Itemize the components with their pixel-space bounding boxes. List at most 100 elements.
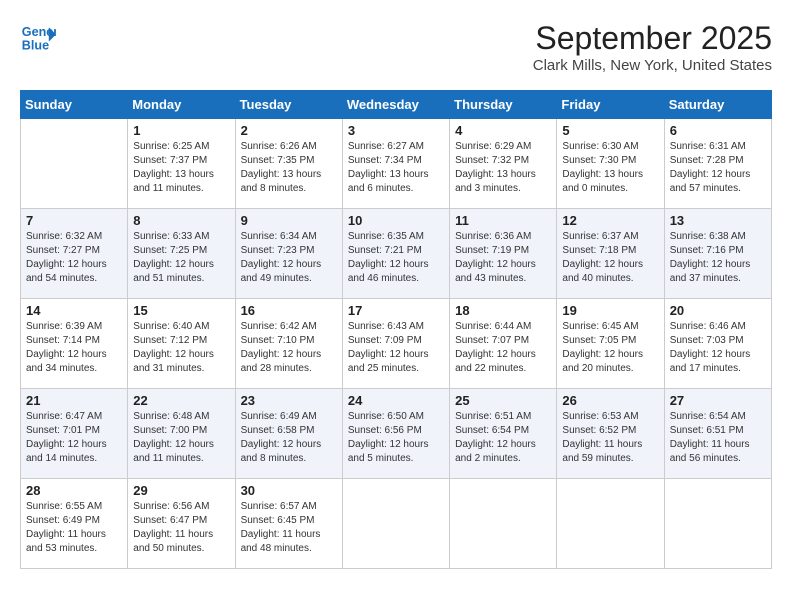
day-info: Sunrise: 6:30 AM Sunset: 7:30 PM Dayligh… [562,140,658,196]
calendar-cell: 1 Sunrise: 6:25 AM Sunset: 7:37 PM Daylig… [128,119,235,209]
day-number: 13 [670,213,766,228]
day-number: 8 [133,213,229,228]
day-info: Sunrise: 6:49 AM Sunset: 6:58 PM Dayligh… [241,410,337,466]
calendar-cell: 18 Sunrise: 6:44 AM Sunset: 7:07 PM Dayli… [450,299,557,389]
location: Clark Mills, New York, United States [533,57,772,74]
day-number: 20 [670,303,766,318]
calendar-cell: 17 Sunrise: 6:43 AM Sunset: 7:09 PM Dayli… [342,299,449,389]
day-number: 9 [241,213,337,228]
day-number: 28 [26,483,122,498]
day-number: 26 [562,393,658,408]
calendar-cell: 19 Sunrise: 6:45 AM Sunset: 7:05 PM Dayli… [557,299,664,389]
day-info: Sunrise: 6:54 AM Sunset: 6:51 PM Dayligh… [670,410,766,466]
day-info: Sunrise: 6:29 AM Sunset: 7:32 PM Dayligh… [455,140,551,196]
calendar-cell: 11Sunrise: 6:36 AM Sunset: 7:19 PM Dayli… [450,209,557,299]
calendar-cell [21,119,128,209]
weekday-header-wednesday: Wednesday [342,91,449,119]
calendar-cell: 16 Sunrise: 6:42 AM Sunset: 7:10 PM Dayli… [235,299,342,389]
day-number: 23 [241,393,337,408]
day-info: Sunrise: 6:38 AM Sunset: 7:16 PM Dayligh… [670,230,766,286]
day-number: 12 [562,213,658,228]
calendar-cell [450,479,557,569]
day-info: Sunrise: 6:37 AM Sunset: 7:18 PM Dayligh… [562,230,658,286]
day-info: Sunrise: 6:57 AM Sunset: 6:45 PM Dayligh… [241,500,337,556]
calendar-cell: 26 Sunrise: 6:53 AM Sunset: 6:52 PM Dayli… [557,389,664,479]
day-info: Sunrise: 6:26 AM Sunset: 7:35 PM Dayligh… [241,140,337,196]
logo-icon: General Blue [20,20,56,56]
day-info: Sunrise: 6:31 AM Sunset: 7:28 PM Dayligh… [670,140,766,196]
day-info: Sunrise: 6:34 AM Sunset: 7:23 PM Dayligh… [241,230,337,286]
weekday-header-tuesday: Tuesday [235,91,342,119]
day-number: 14 [26,303,122,318]
calendar-cell: 27Sunrise: 6:54 AM Sunset: 6:51 PM Dayli… [664,389,771,479]
calendar-cell: 14 Sunrise: 6:39 AM Sunset: 7:14 PM Dayli… [21,299,128,389]
day-number: 29 [133,483,229,498]
calendar-table: SundayMondayTuesdayWednesdayThursdayFrid… [20,90,772,569]
day-number: 17 [348,303,444,318]
calendar-cell: 24 Sunrise: 6:50 AM Sunset: 6:56 PM Dayli… [342,389,449,479]
day-info: Sunrise: 6:56 AM Sunset: 6:47 PM Dayligh… [133,500,229,556]
day-info: Sunrise: 6:32 AM Sunset: 7:27 PM Dayligh… [26,230,122,286]
calendar-cell: 3 Sunrise: 6:27 AM Sunset: 7:34 PM Daylig… [342,119,449,209]
day-number: 4 [455,123,551,138]
calendar-cell [557,479,664,569]
day-info: Sunrise: 6:27 AM Sunset: 7:34 PM Dayligh… [348,140,444,196]
day-number: 3 [348,123,444,138]
calendar-cell: 25 Sunrise: 6:51 AM Sunset: 6:54 PM Dayli… [450,389,557,479]
logo: General Blue [20,20,56,56]
weekday-header-monday: Monday [128,91,235,119]
weekday-header-saturday: Saturday [664,91,771,119]
day-number: 6 [670,123,766,138]
calendar-cell: 22 Sunrise: 6:48 AM Sunset: 7:00 PM Dayli… [128,389,235,479]
calendar-cell: 6 Sunrise: 6:31 AM Sunset: 7:28 PM Daylig… [664,119,771,209]
day-info: Sunrise: 6:25 AM Sunset: 7:37 PM Dayligh… [133,140,229,196]
calendar-cell: 12 Sunrise: 6:37 AM Sunset: 7:18 PM Dayli… [557,209,664,299]
day-info: Sunrise: 6:35 AM Sunset: 7:21 PM Dayligh… [348,230,444,286]
calendar-cell: 9 Sunrise: 6:34 AM Sunset: 7:23 PM Daylig… [235,209,342,299]
calendar-cell: 29 Sunrise: 6:56 AM Sunset: 6:47 PM Dayli… [128,479,235,569]
day-number: 5 [562,123,658,138]
day-info: Sunrise: 6:45 AM Sunset: 7:05 PM Dayligh… [562,320,658,376]
day-info: Sunrise: 6:43 AM Sunset: 7:09 PM Dayligh… [348,320,444,376]
day-info: Sunrise: 6:44 AM Sunset: 7:07 PM Dayligh… [455,320,551,376]
page-header: General Blue September 2025 Clark Mills,… [20,20,772,74]
day-info: Sunrise: 6:39 AM Sunset: 7:14 PM Dayligh… [26,320,122,376]
day-info: Sunrise: 6:42 AM Sunset: 7:10 PM Dayligh… [241,320,337,376]
weekday-header-thursday: Thursday [450,91,557,119]
day-number: 18 [455,303,551,318]
day-info: Sunrise: 6:50 AM Sunset: 6:56 PM Dayligh… [348,410,444,466]
month-title: September 2025 [533,20,772,57]
day-number: 2 [241,123,337,138]
day-number: 10 [348,213,444,228]
calendar-cell: 20Sunrise: 6:46 AM Sunset: 7:03 PM Dayli… [664,299,771,389]
day-info: Sunrise: 6:36 AM Sunset: 7:19 PM Dayligh… [455,230,551,286]
title-block: September 2025 Clark Mills, New York, Un… [533,20,772,74]
calendar-header: SundayMondayTuesdayWednesdayThursdayFrid… [21,91,772,119]
calendar-cell: 2 Sunrise: 6:26 AM Sunset: 7:35 PM Daylig… [235,119,342,209]
day-info: Sunrise: 6:55 AM Sunset: 6:49 PM Dayligh… [26,500,122,556]
calendar-cell: 7 Sunrise: 6:32 AM Sunset: 7:27 PM Daylig… [21,209,128,299]
weekday-header-sunday: Sunday [21,91,128,119]
calendar-cell: 15 Sunrise: 6:40 AM Sunset: 7:12 PM Dayli… [128,299,235,389]
day-number: 15 [133,303,229,318]
day-info: Sunrise: 6:40 AM Sunset: 7:12 PM Dayligh… [133,320,229,376]
day-info: Sunrise: 6:51 AM Sunset: 6:54 PM Dayligh… [455,410,551,466]
svg-text:Blue: Blue [22,39,49,53]
day-info: Sunrise: 6:33 AM Sunset: 7:25 PM Dayligh… [133,230,229,286]
day-number: 16 [241,303,337,318]
calendar-cell: 10 Sunrise: 6:35 AM Sunset: 7:21 PM Dayli… [342,209,449,299]
day-number: 7 [26,213,122,228]
day-info: Sunrise: 6:53 AM Sunset: 6:52 PM Dayligh… [562,410,658,466]
day-info: Sunrise: 6:48 AM Sunset: 7:00 PM Dayligh… [133,410,229,466]
calendar-cell: 8 Sunrise: 6:33 AM Sunset: 7:25 PM Daylig… [128,209,235,299]
day-number: 30 [241,483,337,498]
calendar-cell [664,479,771,569]
day-number: 24 [348,393,444,408]
day-number: 22 [133,393,229,408]
day-number: 1 [133,123,229,138]
calendar-cell: 21Sunrise: 6:47 AM Sunset: 7:01 PM Dayli… [21,389,128,479]
calendar-cell: 5 Sunrise: 6:30 AM Sunset: 7:30 PM Daylig… [557,119,664,209]
day-number: 19 [562,303,658,318]
calendar-cell: 28 Sunrise: 6:55 AM Sunset: 6:49 PM Dayli… [21,479,128,569]
day-number: 25 [455,393,551,408]
